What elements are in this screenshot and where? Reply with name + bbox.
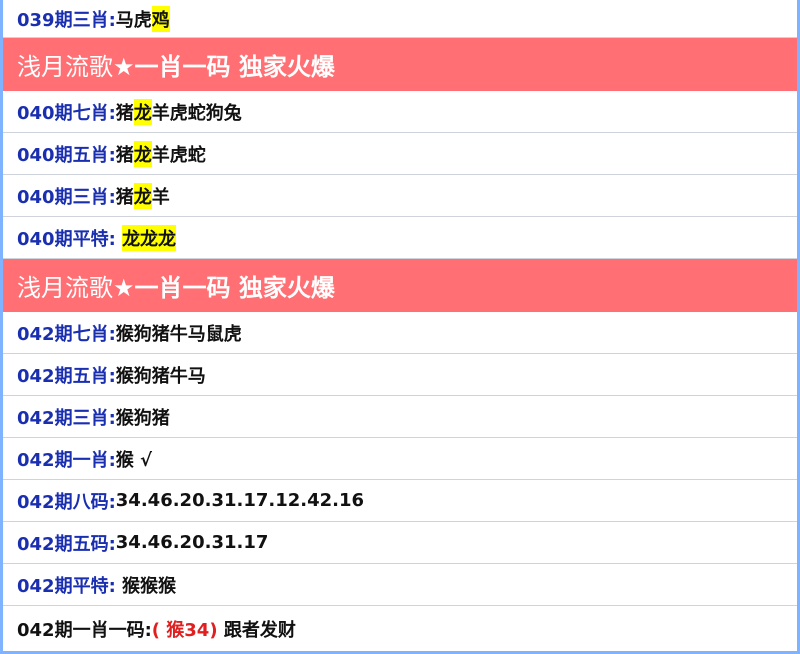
final-pick-row: 042期一肖一码:( 猴34) 跟者发财: [3, 606, 797, 651]
row-label: 042期八码:: [17, 491, 116, 513]
row-label: 042期三肖:: [17, 407, 116, 429]
row-label: 040期平特:: [17, 228, 116, 250]
list-item: 042期八码: 34.46.20.31.17.12.42.16: [3, 480, 797, 522]
list-item: 040期五肖: 猪龙羊虎蛇: [3, 133, 797, 175]
row-value: 猴狗猪: [115, 407, 170, 429]
row-highlight: 龙: [133, 140, 152, 167]
row-label: 039期三肖:: [17, 9, 116, 31]
section-banner: 浅月流歌★ 一肖一码 独家火爆: [3, 259, 797, 312]
list-item: 040期平特: 龙龙龙: [3, 217, 797, 259]
list-item: 042期三肖: 猴狗猪: [3, 396, 797, 438]
prediction-list: 039期三肖: 马虎鸡 浅月流歌★ 一肖一码 独家火爆 040期七肖: 猪龙羊虎蛇…: [0, 0, 800, 654]
row-value: 猴 √: [115, 449, 153, 471]
row-value-rest: 羊虎蛇狗兔: [151, 102, 242, 124]
banner-title: 浅月流歌★: [17, 273, 135, 302]
row-label: 042期五肖:: [17, 365, 116, 387]
list-item: 042期一肖: 猴 √: [3, 438, 797, 480]
row-highlight: 龙: [133, 98, 152, 125]
row-label: 040期三肖:: [17, 186, 116, 208]
final-slogan: 跟者发财: [217, 619, 296, 641]
final-label: 042期一肖一码:: [17, 619, 152, 641]
row-label: 040期七肖:: [17, 102, 116, 124]
row-value: 猪: [115, 186, 134, 208]
list-item: 039期三肖: 马虎鸡: [3, 0, 797, 38]
list-item: 042期五码: 34.46.20.31.17: [3, 522, 797, 564]
row-label: 040期五肖:: [17, 144, 116, 166]
row-highlight: 龙龙龙: [122, 224, 177, 251]
list-item: 042期五肖: 猴狗猪牛马: [3, 354, 797, 396]
row-label: 042期一肖:: [17, 449, 116, 471]
list-item: 040期三肖: 猪龙羊: [3, 175, 797, 217]
final-pick: ( 猴34): [151, 619, 218, 641]
row-highlight: 龙: [133, 182, 152, 209]
banner-subtitle: 一肖一码 独家火爆: [134, 273, 335, 302]
list-item: 040期七肖: 猪龙羊虎蛇狗兔: [3, 91, 797, 133]
section-banner: 浅月流歌★ 一肖一码 独家火爆: [3, 38, 797, 91]
row-highlight: 鸡: [151, 5, 170, 32]
row-value: 猴猴猴: [115, 575, 177, 597]
row-value: 马虎: [115, 9, 152, 31]
row-label: 042期五码:: [17, 533, 116, 555]
banner-subtitle: 一肖一码 独家火爆: [134, 52, 335, 81]
row-value: 猪: [115, 144, 134, 166]
list-item: 042期平特: 猴猴猴: [3, 564, 797, 606]
row-value: 猴狗猪牛马: [115, 365, 206, 387]
row-value: 34.46.20.31.17: [115, 532, 269, 553]
banner-title: 浅月流歌★: [17, 52, 135, 81]
row-label: 042期平特:: [17, 575, 116, 597]
row-label: 042期七肖:: [17, 323, 116, 345]
row-value: 34.46.20.31.17.12.42.16: [115, 490, 365, 511]
row-value-rest: 羊虎蛇: [151, 144, 206, 166]
list-item: 042期七肖: 猴狗猪牛马鼠虎: [3, 312, 797, 354]
row-value: 猪: [115, 102, 134, 124]
row-value-rest: 羊: [151, 186, 170, 208]
row-value: 猴狗猪牛马鼠虎: [115, 323, 242, 345]
